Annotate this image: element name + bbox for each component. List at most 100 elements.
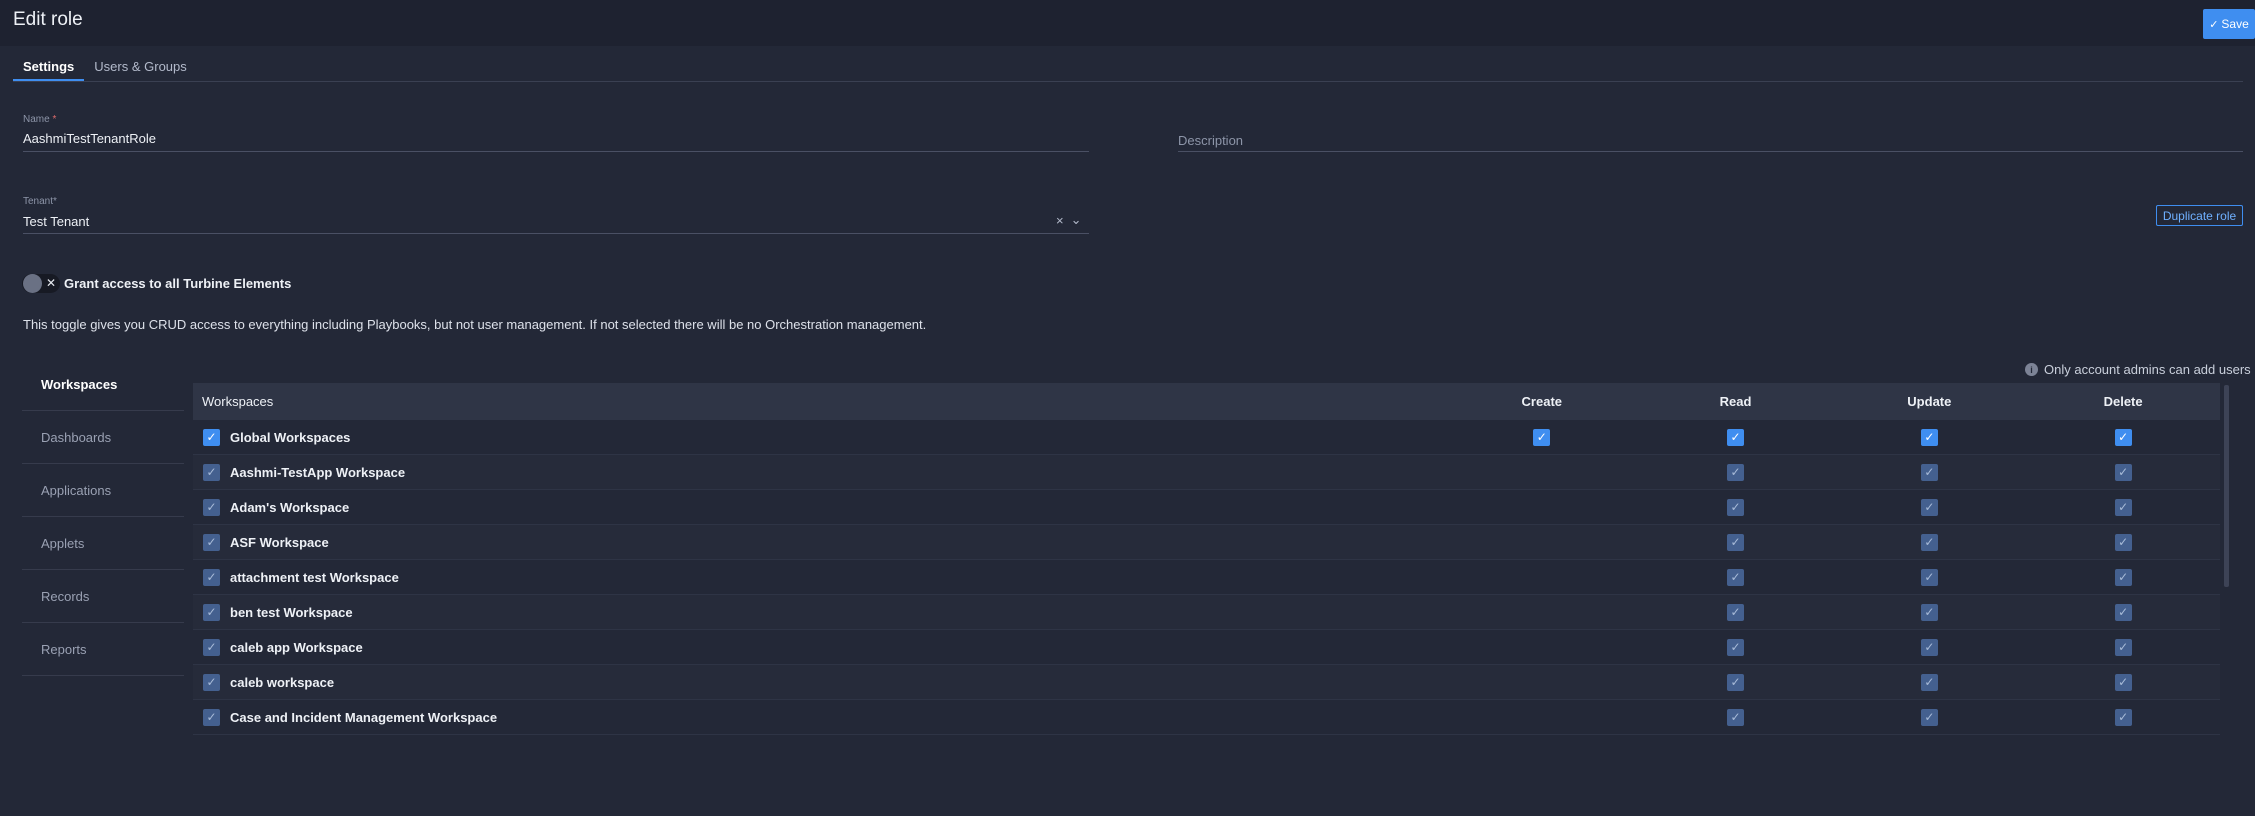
read-checkbox[interactable]: ✓ [1727, 603, 1745, 621]
update-cell: ✓ [1832, 533, 2026, 551]
row-select-checkbox[interactable]: ✓ [203, 428, 220, 446]
chevron-down-icon[interactable]: ⌄ [1071, 212, 1082, 228]
row-select-checkbox[interactable]: ✓ [203, 498, 220, 516]
workspace-name: ASF Workspace [230, 534, 329, 550]
description-underline [1178, 151, 2243, 152]
delete-checkbox[interactable]: ✓ [2114, 603, 2132, 621]
close-icon: ✕ [46, 276, 57, 290]
workspace-name-cell: ✓ caleb app Workspace [193, 638, 1445, 656]
table-row: ✓ caleb workspace ✓ ✓ ✓ [193, 665, 2220, 700]
read-checkbox[interactable]: ✓ [1727, 463, 1745, 481]
row-select-checkbox[interactable]: ✓ [203, 533, 220, 551]
side-nav-item-dashboards[interactable]: Dashboards [22, 411, 184, 464]
table-row: ✓ Adam's Workspace ✓ ✓ ✓ [193, 490, 2220, 525]
delete-checkbox[interactable]: ✓ [2114, 498, 2132, 516]
name-field[interactable]: AashmiTestTenantRole [23, 131, 156, 146]
toggle-help-text: This toggle gives you CRUD access to eve… [23, 317, 927, 332]
tab-settings[interactable]: Settings [13, 57, 85, 82]
update-cell: ✓ [1832, 498, 2026, 516]
delete-checkbox[interactable]: ✓ [2114, 463, 2132, 481]
row-select-checkbox[interactable]: ✓ [203, 673, 220, 691]
delete-cell: ✓ [2026, 568, 2220, 586]
info-note-text: Only account admins can add users [2044, 362, 2251, 377]
clear-icon[interactable]: × [1056, 213, 1064, 228]
delete-cell: ✓ [2026, 638, 2220, 656]
update-checkbox[interactable]: ✓ [1920, 463, 1938, 481]
workspace-name: Aashmi-TestApp Workspace [230, 464, 406, 480]
description-field[interactable]: Description [1178, 133, 1243, 148]
create-checkbox[interactable]: ✓ [1533, 428, 1551, 446]
row-select-checkbox[interactable]: ✓ [203, 463, 220, 481]
toggle-knob [23, 274, 42, 293]
update-checkbox[interactable]: ✓ [1920, 638, 1938, 656]
row-select-checkbox[interactable]: ✓ [203, 568, 220, 586]
delete-checkbox[interactable]: ✓ [2114, 568, 2132, 586]
workspace-name: Case and Incident Management Workspace [230, 709, 498, 725]
update-checkbox[interactable]: ✓ [1920, 533, 1938, 551]
read-checkbox[interactable]: ✓ [1727, 428, 1745, 446]
duplicate-role-button[interactable]: Duplicate role [2156, 205, 2243, 226]
read-cell: ✓ [1639, 603, 1833, 621]
table-row: ✓ Global Workspaces ✓ ✓ ✓ ✓ [193, 420, 2220, 455]
read-cell: ✓ [1639, 533, 1833, 551]
read-checkbox[interactable]: ✓ [1727, 708, 1745, 726]
update-checkbox[interactable]: ✓ [1920, 673, 1938, 691]
side-nav: Workspaces Dashboards Applications Apple… [22, 358, 184, 676]
update-cell: ✓ [1832, 603, 2026, 621]
update-checkbox[interactable]: ✓ [1920, 708, 1938, 726]
check-icon: ✓ [2209, 18, 2219, 31]
side-nav-item-reports[interactable]: Reports [22, 623, 184, 676]
workspace-name-cell: ✓ caleb workspace [193, 673, 1445, 691]
table-row: ✓ ASF Workspace ✓ ✓ ✓ [193, 525, 2220, 560]
save-label: Save [2221, 17, 2249, 31]
tenant-underline [23, 233, 1089, 234]
grant-access-toggle[interactable]: ✕ [22, 274, 60, 293]
save-button[interactable]: ✓ Save [2203, 9, 2255, 39]
table-scrollbar[interactable] [2224, 385, 2229, 587]
page-title: Edit role [13, 9, 83, 30]
update-checkbox[interactable]: ✓ [1920, 603, 1938, 621]
delete-checkbox[interactable]: ✓ [2114, 638, 2132, 656]
workspace-name-cell: ✓ Global Workspaces [193, 428, 1445, 446]
update-cell: ✓ [1832, 638, 2026, 656]
read-cell: ✓ [1639, 638, 1833, 656]
tenant-select[interactable]: Test Tenant [23, 214, 89, 229]
table-header: Workspaces Create Read Update Delete [193, 383, 2220, 420]
workspace-name: Global Workspaces [230, 429, 351, 445]
read-checkbox[interactable]: ✓ [1727, 533, 1745, 551]
update-cell: ✓ [1832, 463, 2026, 481]
delete-cell: ✓ [2026, 603, 2220, 621]
read-checkbox[interactable]: ✓ [1727, 498, 1745, 516]
info-icon: i [2025, 363, 2038, 376]
update-cell: ✓ [1832, 673, 2026, 691]
row-select-checkbox[interactable]: ✓ [203, 603, 220, 621]
header-read: Read [1719, 394, 1752, 409]
update-cell: ✓ [1832, 708, 2026, 726]
read-checkbox[interactable]: ✓ [1727, 568, 1745, 586]
delete-checkbox[interactable]: ✓ [2114, 533, 2132, 551]
tab-users-groups[interactable]: Users & Groups [84, 57, 196, 82]
read-cell: ✓ [1639, 463, 1833, 481]
side-nav-item-workspaces[interactable]: Workspaces [22, 358, 184, 411]
row-select-checkbox[interactable]: ✓ [203, 708, 220, 726]
read-cell: ✓ [1639, 428, 1833, 446]
read-cell: ✓ [1639, 498, 1833, 516]
tenant-controls: × ⌄ [1056, 212, 1082, 228]
delete-checkbox[interactable]: ✓ [2114, 673, 2132, 691]
side-nav-item-applets[interactable]: Applets [22, 517, 184, 570]
header-workspaces: Workspaces [202, 394, 274, 409]
delete-checkbox[interactable]: ✓ [2114, 428, 2132, 446]
table-body: ✓ Global Workspaces ✓ ✓ ✓ ✓ ✓ Aashmi-TestApp Wo… [193, 420, 2220, 735]
delete-checkbox[interactable]: ✓ [2114, 708, 2132, 726]
side-nav-item-applications[interactable]: Applications [22, 464, 184, 517]
toggle-label: Grant access to all Turbine Elements [64, 276, 292, 291]
update-cell: ✓ [1832, 428, 2026, 446]
update-checkbox[interactable]: ✓ [1920, 568, 1938, 586]
read-checkbox[interactable]: ✓ [1727, 638, 1745, 656]
row-select-checkbox[interactable]: ✓ [203, 638, 220, 656]
workspace-name-cell: ✓ Aashmi-TestApp Workspace [193, 463, 1445, 481]
read-checkbox[interactable]: ✓ [1727, 673, 1745, 691]
side-nav-item-records[interactable]: Records [22, 570, 184, 623]
update-checkbox[interactable]: ✓ [1920, 498, 1938, 516]
update-checkbox[interactable]: ✓ [1920, 428, 1938, 446]
